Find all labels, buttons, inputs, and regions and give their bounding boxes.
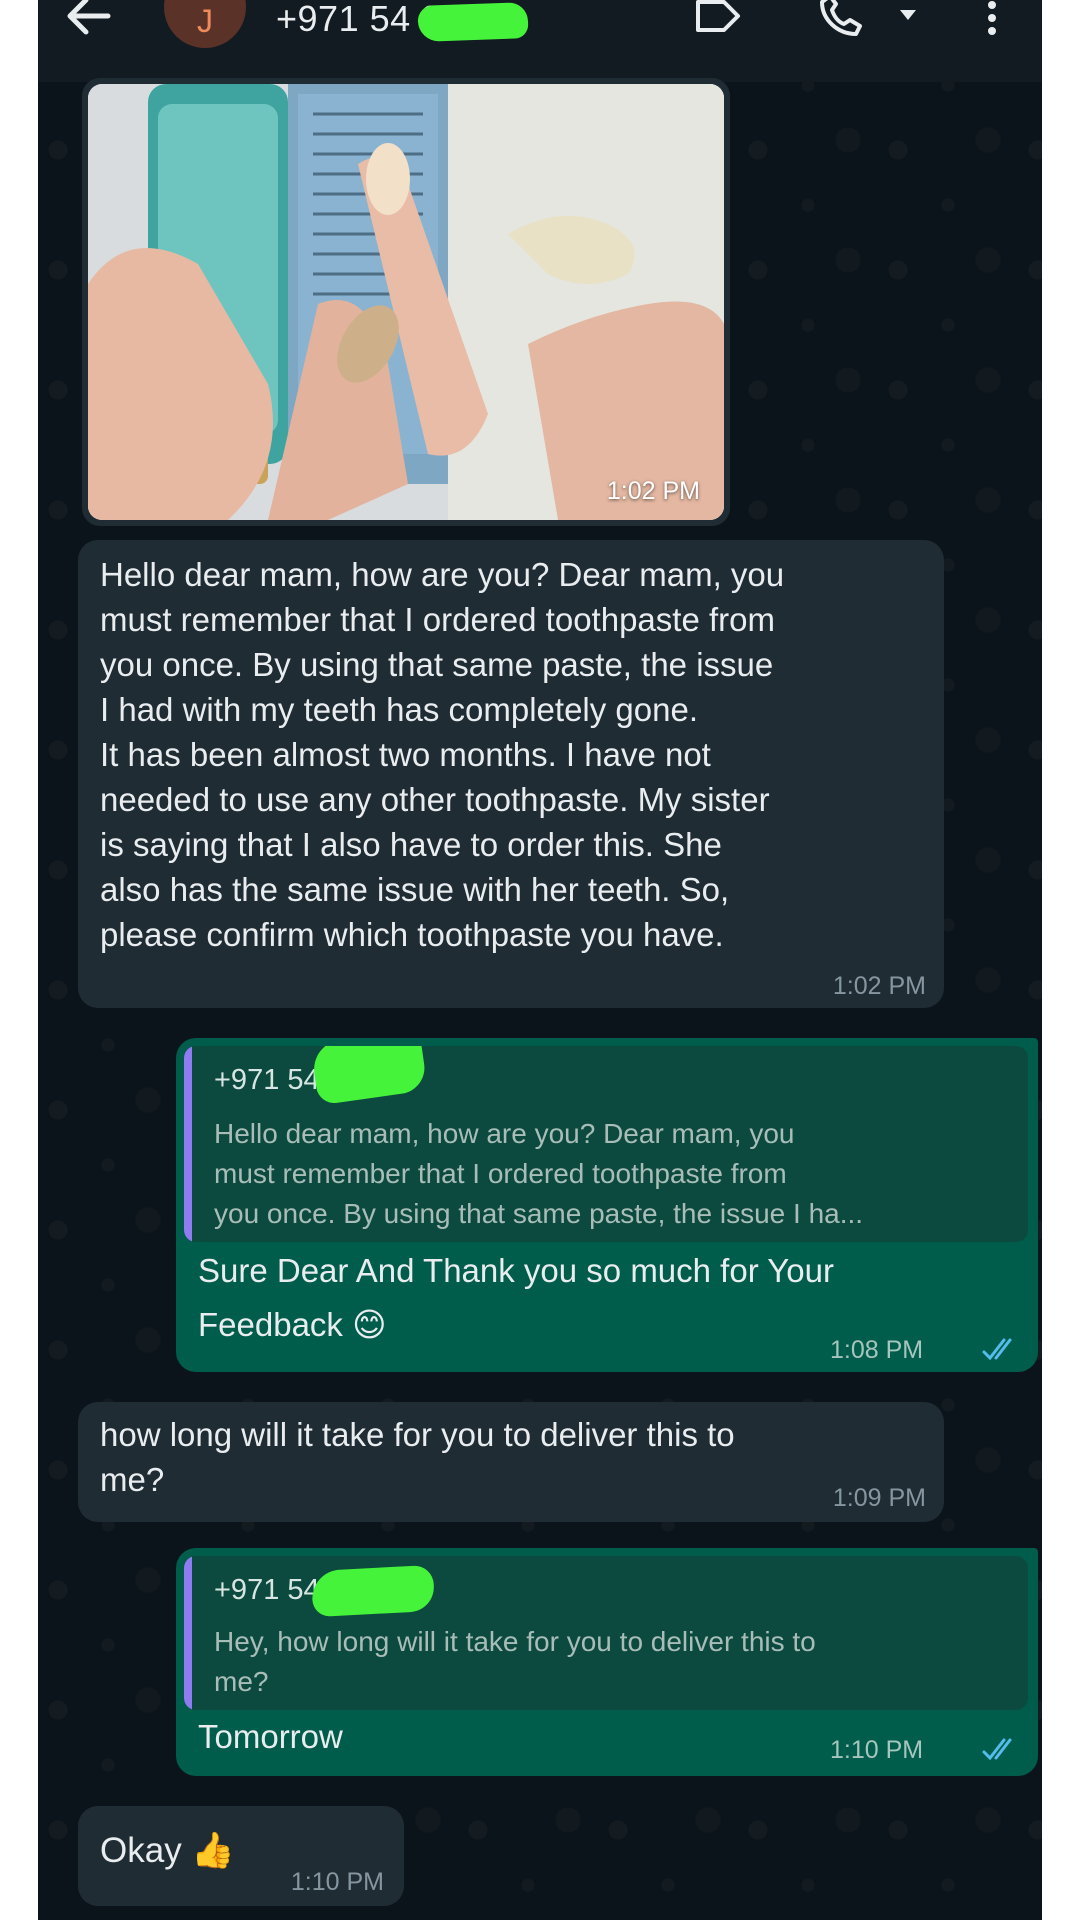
quote-accent-bar [184, 1556, 192, 1710]
avatar-letter: J [197, 3, 213, 39]
message-text-line: me? [100, 1461, 165, 1498]
outgoing-message[interactable]: +971 54 382 Hello dear mam, how are you?… [176, 1038, 1038, 1372]
message-timestamp: 1:10 PM [830, 1736, 924, 1764]
message-text-line: Sure Dear And Thank you so much for Your [198, 1252, 834, 1289]
photo-timestamp: 1:02 PM [606, 477, 700, 505]
arrow-left-icon[interactable] [62, 0, 118, 36]
more-vertical-icon[interactable] [982, 0, 1002, 40]
message-text-line: you once. By using that same paste, the … [100, 646, 774, 683]
message-text-line: Hello dear mam, how are you? Dear mam, y… [100, 556, 785, 593]
quote-text-line: you once. By using that same paste, the … [214, 1198, 864, 1229]
message-text-line: also has the same issue with her teeth. … [100, 871, 730, 908]
message-text-line: must remember that I ordered toothpaste … [100, 601, 775, 638]
message-timestamp: 1:10 PM [290, 1868, 384, 1896]
incoming-message[interactable]: Hello dear mam, how are you? Dear mam, y… [78, 540, 944, 1008]
message-text-line: needed to use any other toothpaste. My s… [100, 781, 770, 818]
quoted-message[interactable]: +971 54 382 Hello dear mam, how are you?… [184, 1046, 1028, 1242]
quote-text-line: Hello dear mam, how are you? Dear mam, y… [214, 1118, 795, 1149]
outgoing-message[interactable]: +971 54 382 Hey, how long will it take f… [176, 1548, 1038, 1776]
label-icon[interactable] [694, 0, 742, 36]
message-text-line: please confirm which toothpaste you have… [100, 916, 724, 953]
message-text-line: I had with my teeth has completely gone. [100, 691, 698, 728]
redaction-mark [417, 2, 529, 42]
message-timestamp: 1:08 PM [830, 1336, 924, 1364]
quoted-message[interactable]: +971 54 382 Hey, how long will it take f… [184, 1556, 1028, 1710]
quote-text-line: must remember that I ordered toothpaste … [214, 1158, 787, 1189]
message-text-line: Feedback 😊 [198, 1306, 387, 1343]
phone-icon[interactable] [816, 0, 868, 40]
incoming-message[interactable]: Okay 👍 1:10 PM [78, 1806, 404, 1906]
quote-text-line: me? [214, 1666, 269, 1697]
redaction-mark [310, 1046, 428, 1106]
read-ticks-icon [982, 1338, 1012, 1361]
message-text: Tomorrow [198, 1718, 343, 1755]
chevron-down-icon[interactable] [898, 6, 918, 24]
message-text-line: is saying that I also have to order this… [100, 826, 722, 863]
message-timestamp: 1:09 PM [832, 1484, 926, 1512]
message-text-line: how long will it take for you to deliver… [100, 1416, 735, 1453]
quote-accent-bar [184, 1046, 192, 1242]
read-ticks-icon [982, 1738, 1012, 1761]
avatar[interactable]: J [164, 0, 246, 48]
toothpaste-photo [88, 84, 724, 520]
redaction-mark [310, 1564, 436, 1618]
chat-screen: J +971 54 382 1:02 PM Hello dear mam, ho… [38, 0, 1042, 1920]
message-text: Okay 👍 [100, 1831, 235, 1870]
image-message[interactable]: 1:02 PM [82, 78, 730, 526]
message-timestamp: 1:02 PM [832, 972, 926, 1000]
chat-header: J +971 54 382 [38, 0, 1042, 82]
incoming-message[interactable]: how long will it take for you to deliver… [78, 1402, 944, 1522]
message-photo[interactable]: 1:02 PM [88, 84, 724, 520]
quote-text-line: Hey, how long will it take for you to de… [214, 1626, 816, 1657]
message-text-line: It has been almost two months. I have no… [100, 736, 711, 773]
